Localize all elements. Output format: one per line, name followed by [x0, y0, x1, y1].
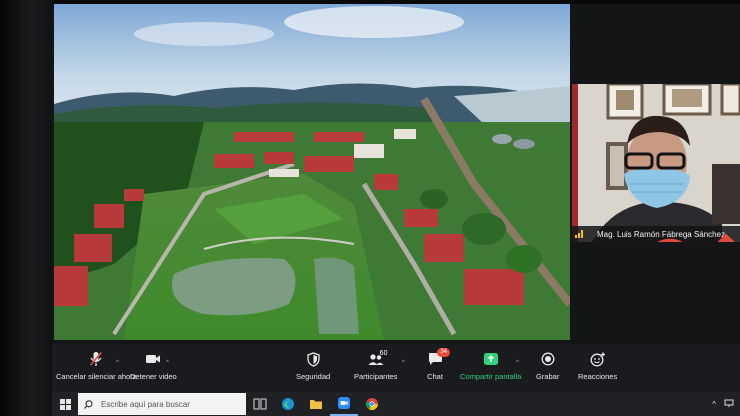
- chat-bubble-icon: 34: [424, 348, 450, 368]
- participant-video-tile[interactable]: Mag. Luis Ramón Fábrega Sánchez: [572, 84, 740, 242]
- zoom-app-icon: [338, 397, 350, 409]
- edge-browser-icon: [282, 398, 294, 410]
- stop-video-button[interactable]: Detener video: [130, 350, 177, 381]
- video-options-chevron-icon[interactable]: ^: [166, 360, 169, 366]
- share-screen-icon: [480, 350, 502, 368]
- taskbar-edge-app[interactable]: [274, 392, 302, 416]
- main-video-feed[interactable]: [54, 4, 570, 340]
- chrome-browser-icon: [365, 398, 378, 411]
- system-tray: ^: [712, 399, 740, 409]
- unmute-button[interactable]: Cancelar silenciar ahora: [56, 350, 137, 381]
- windows-taskbar: ^: [52, 392, 740, 416]
- signal-strength-icon: [575, 230, 583, 238]
- participants-count: 60: [379, 350, 388, 357]
- taskbar-chrome-app[interactable]: [358, 392, 386, 416]
- record-icon: [537, 350, 559, 368]
- microphone-muted-icon: [85, 350, 107, 368]
- participants-icon: 60: [365, 350, 387, 368]
- participants-button[interactable]: 60 Participantes: [354, 350, 397, 381]
- taskbar-zoom-app[interactable]: [330, 392, 358, 416]
- folder-icon: [310, 400, 322, 409]
- monitor-screen: Mag. Luis Ramón Fábrega Sánchez Cancelar…: [52, 4, 740, 416]
- meeting-toolbar: Cancelar silenciar ahora ^ Detener video…: [52, 344, 740, 392]
- smiley-plus-icon: [587, 350, 609, 368]
- reactions-button[interactable]: Reacciones: [578, 350, 617, 381]
- share-screen-button[interactable]: Compartir pantalla: [460, 350, 521, 381]
- participants-options-chevron-icon[interactable]: ^: [402, 360, 405, 366]
- taskbar-file-explorer-app[interactable]: [302, 392, 330, 416]
- windows-logo-icon: [59, 398, 71, 410]
- chat-button[interactable]: 34 Chat: [424, 348, 450, 381]
- aerial-campus-image: [54, 4, 570, 340]
- video-camera-icon: [142, 350, 164, 368]
- chat-unread-badge: 34: [437, 348, 450, 357]
- participant-video-image: [572, 84, 740, 242]
- monitor-left-bezel: [0, 0, 52, 416]
- network-icon[interactable]: [724, 399, 734, 409]
- participant-name-bar: Mag. Luis Ramón Fábrega Sánchez: [572, 226, 740, 242]
- audio-options-chevron-icon[interactable]: ^: [116, 360, 119, 366]
- record-button[interactable]: Grabar: [536, 350, 559, 381]
- taskbar-search-box[interactable]: [78, 393, 246, 415]
- task-view-icon: [253, 398, 267, 410]
- security-button[interactable]: Seguridad: [296, 350, 330, 381]
- search-icon: [84, 399, 93, 409]
- mic-muted-icon: [586, 230, 736, 242]
- task-view-button[interactable]: [246, 392, 274, 416]
- start-button[interactable]: [52, 392, 78, 416]
- share-options-chevron-icon[interactable]: ^: [516, 360, 519, 366]
- tray-chevron-up-icon[interactable]: ^: [712, 400, 716, 409]
- shield-icon: [302, 350, 324, 368]
- taskbar-search-input[interactable]: [99, 398, 243, 410]
